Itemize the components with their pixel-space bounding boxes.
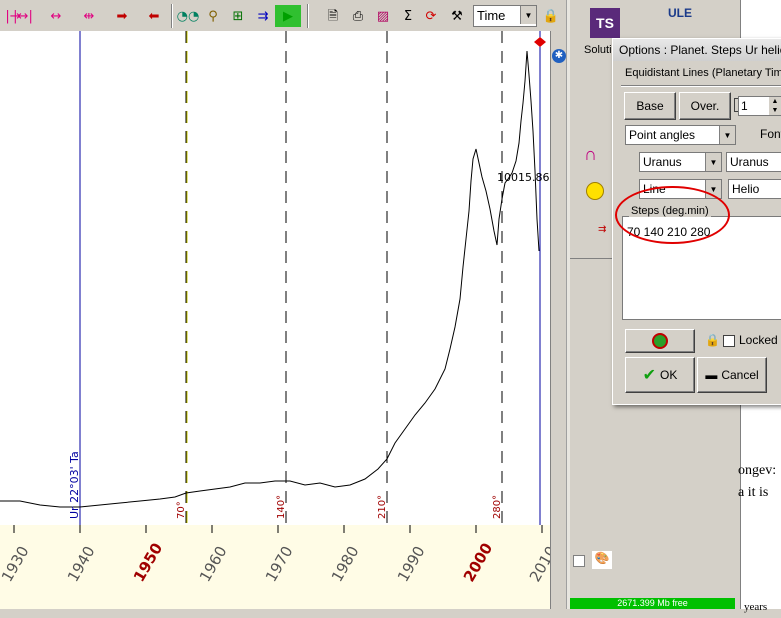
step-label-210: 210° xyxy=(377,495,388,519)
annotation-circle xyxy=(615,186,730,244)
font-label: Font xyxy=(760,127,781,141)
ok-button[interactable]: ✔ OK xyxy=(625,357,695,393)
chevron-down-icon[interactable]: ▼ xyxy=(520,6,536,24)
tab-equidistant-lines[interactable]: Equidistant Lines (Planetary Time xyxy=(625,67,781,79)
ule-logo-icon[interactable]: ULE xyxy=(662,6,698,36)
spinner-arrows-icon[interactable]: ▲ ▼ xyxy=(769,97,781,115)
compress-icon[interactable]: ⇹ xyxy=(76,5,102,27)
year-tick-1930: 1930 xyxy=(0,543,33,585)
step-label-280: 280° xyxy=(492,495,503,519)
planet-select[interactable]: Uranus ▼ xyxy=(639,152,722,172)
year-tick-2000: 2000 xyxy=(460,540,496,585)
dialog-title-bar[interactable]: Options : Planet. Steps Ur helio xyxy=(613,39,781,61)
globe-icon[interactable]: ✱ xyxy=(552,49,566,63)
dialog-title: Options : Planet. Steps Ur helio xyxy=(619,43,781,57)
helio-field[interactable]: Helio xyxy=(728,179,781,199)
planet-marker-icon[interactable]: ⚲ xyxy=(200,5,226,27)
time-select[interactable]: Time ▼ xyxy=(473,5,537,27)
arrow-left-icon[interactable]: ⬅ xyxy=(141,5,167,27)
red-arrows-icon[interactable]: ⇉ xyxy=(598,224,606,235)
last-value-label: 10015.86 xyxy=(497,171,550,184)
target-button[interactable] xyxy=(625,329,695,353)
chevron-down-icon[interactable]: ▼ xyxy=(705,153,721,171)
stretch-icon[interactable]: ↔ xyxy=(43,5,69,27)
panel-checkbox[interactable] xyxy=(573,555,585,567)
marker-diamond-icon xyxy=(534,37,546,47)
green-marker-icon[interactable]: ▶ xyxy=(275,5,301,27)
year-tick-1960: 1960 xyxy=(196,543,231,585)
price-chart[interactable]: 10015.86 Ur 22°03' Ta 70° 140° 210° 280° xyxy=(0,31,550,525)
base-button[interactable]: Base xyxy=(624,92,676,120)
memory-status: 2671.399 Mb free xyxy=(570,598,735,609)
chart-toolbar: |→ |↔| ↔ ⇹ ➡ ⬅ ◔◔ ⚲ ⊞ ⇉ ▶ 🗎 ⎙ ▨ Σ ⟳ ⚒ Ti… xyxy=(0,0,566,32)
step-label-140: 140° xyxy=(276,495,287,519)
document-line-2: a it is xyxy=(738,485,769,500)
year-tick-1990: 1990 xyxy=(394,543,429,585)
left-tool-column: ∩ ⇉ xyxy=(570,128,613,256)
document-line-3: years xyxy=(744,601,768,613)
lock-icon[interactable]: 🔒 xyxy=(538,5,564,27)
page-icon[interactable]: 🗎 xyxy=(320,5,346,27)
price-series-line xyxy=(0,50,540,508)
print-icon[interactable]: ⎙ xyxy=(345,5,371,27)
time-axis: 1930 1940 1950 1960 1970 1980 1990 2000 … xyxy=(0,525,561,609)
cancel-button[interactable]: ▬ Cancel xyxy=(697,357,767,393)
angles-select[interactable]: Point angles ▼ xyxy=(625,125,736,145)
arrow-right-icon[interactable]: ➡ xyxy=(109,5,135,27)
minus-icon: ▬ xyxy=(705,368,718,382)
planet-field[interactable]: Uranus xyxy=(726,152,781,172)
chevron-down-icon[interactable]: ▼ xyxy=(719,126,735,144)
year-tick-1940: 1940 xyxy=(64,543,99,585)
year-tick-1980: 1980 xyxy=(328,543,363,585)
expand-horizontal-icon[interactable]: |↔| xyxy=(10,5,36,27)
lock-icon: 🔒 xyxy=(705,333,720,347)
locked-checkbox[interactable] xyxy=(723,335,735,347)
lines-right-icon[interactable]: ⇉ xyxy=(250,5,276,27)
target-icon xyxy=(652,333,668,349)
glasses-icon[interactable]: ◔◔ xyxy=(175,5,201,27)
solution-label: Soluti xyxy=(584,44,612,56)
chart-svg: 10015.86 Ur 22°03' Ta 70° 140° 210° 280° xyxy=(0,31,550,525)
year-tick-2010: 2010 xyxy=(526,543,550,585)
year-tick-1950: 1950 xyxy=(130,540,166,585)
tools-icon[interactable]: ⚒ xyxy=(444,5,470,27)
step-spinner-value: 1 xyxy=(741,99,748,113)
over-button[interactable]: Over. xyxy=(679,92,731,120)
chart-scrollbar[interactable]: ✱ xyxy=(550,31,567,609)
refresh-icon[interactable]: ⟳ xyxy=(418,5,444,27)
document-text: ongev: a it is years xyxy=(738,460,777,613)
palette-icon[interactable]: 🎨 xyxy=(592,551,612,569)
year-tick-1970: 1970 xyxy=(262,543,297,585)
sun-icon[interactable] xyxy=(586,182,604,200)
aspect-tool-icon[interactable]: ∩ xyxy=(584,144,597,165)
locked-label: Locked xyxy=(739,333,778,347)
chart-icon[interactable]: ▨ xyxy=(370,5,396,27)
document-line-1: ongev: xyxy=(738,463,777,478)
time-axis-svg: 1930 1940 1950 1960 1970 1980 1990 2000 … xyxy=(0,525,561,585)
aspect-icon[interactable]: ⊞ xyxy=(225,5,251,27)
ts-logo-icon[interactable]: TS xyxy=(590,8,620,38)
uranus-position-label: Ur 22°03' Ta xyxy=(68,451,81,519)
step-label-70: 70° xyxy=(176,501,187,519)
checkmark-icon: ✔ xyxy=(642,367,657,384)
step-spinner[interactable]: 1 ▲ ▼ xyxy=(738,96,781,116)
time-select-value: Time xyxy=(477,8,506,23)
